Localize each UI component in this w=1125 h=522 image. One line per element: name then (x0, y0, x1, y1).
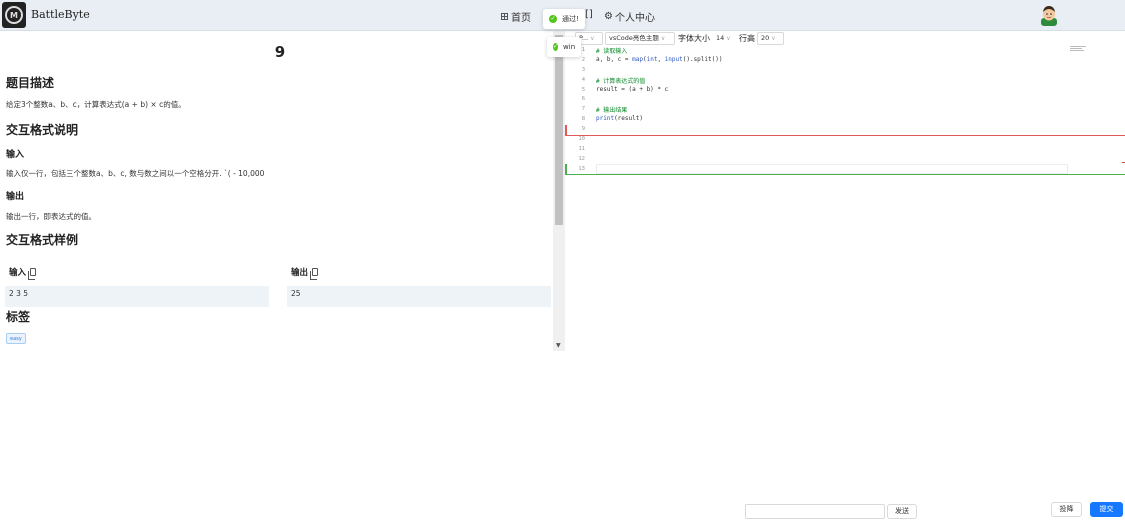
nav-profile[interactable]: ⚙ 个人中心 (604, 9, 655, 24)
input-heading: 输入 (6, 150, 25, 160)
line-number: 3 (581, 67, 585, 73)
scrollbar-thumb[interactable] (555, 35, 563, 225)
error-line-indicator (565, 135, 1125, 136)
input-text: 输入仅一行，包括三个整数a、b、c, 数与数之间以一个空格分开. `( - 10… (6, 169, 265, 178)
chevron-down-icon: ∨ (660, 35, 666, 42)
copy-icon[interactable] (28, 268, 37, 280)
code-line: a, b, c = map(int, input().split()) (596, 56, 723, 63)
line-number: 8 (581, 116, 585, 122)
theme-value: vsCode亮色主题 (609, 34, 659, 42)
code-line: # 读取输入 (596, 48, 628, 55)
toast-win: ✓ win (547, 37, 581, 57)
sample-output-label: 输出 (291, 268, 309, 278)
avatar[interactable] (1039, 4, 1059, 26)
sample-heading: 交互格式样例 (6, 233, 79, 247)
sample-input-label: 输入 (9, 268, 27, 278)
submit-button[interactable]: 提交 (1090, 502, 1123, 517)
check-circle-icon: ✓ (549, 15, 557, 23)
code-line: # 输出结果 (596, 107, 628, 114)
minimap[interactable] (1070, 46, 1090, 54)
line-height-label: 行高 (739, 34, 755, 43)
chevron-down-icon: ∨ (590, 35, 595, 42)
io-heading: 交互格式说明 (6, 123, 79, 137)
line-height-select[interactable]: 20 ∨ (757, 32, 784, 45)
font-size-label: 字体大小 (678, 34, 710, 43)
line-number: 2 (581, 57, 585, 63)
font-size-value: 14 (716, 34, 725, 42)
problem-scrollbar[interactable]: ▼ (553, 31, 565, 351)
cursor-line-indicator (565, 174, 1125, 175)
tags-heading: 标签 (6, 310, 31, 324)
line-number: 6 (581, 96, 585, 102)
brand-name[interactable]: BattleByte (31, 8, 90, 21)
output-heading: 输出 (6, 192, 25, 202)
line-number: 12 (578, 156, 585, 162)
description-heading: 题目描述 (6, 76, 55, 90)
chevron-down-icon: ∨ (726, 35, 731, 42)
nav-profile-label: 个人中心 (614, 13, 655, 24)
code-editor[interactable]: 1 2 3 4 5 6 7 8 9 10 11 12 13 # 读取输入 a, … (565, 46, 1125, 350)
line-number: 9 (581, 126, 585, 132)
nav-extra[interactable]: [] (585, 9, 593, 20)
give-up-button[interactable]: 投降 (1051, 502, 1082, 517)
toast-win-text: win (563, 43, 576, 51)
code-line: result = (a + b) * c (596, 86, 669, 93)
sample-input-header: 输入 (9, 266, 37, 280)
scroll-down-arrow-icon[interactable]: ▼ (556, 342, 561, 349)
line-number: 11 (578, 146, 585, 152)
logo[interactable]: M (2, 2, 26, 28)
line-number: 5 (581, 87, 585, 93)
line-number: 7 (581, 106, 585, 112)
problem-panel: 9 题目描述 给定3个整数a、b、c，计算表达式(a + b) × c的值。 交… (0, 31, 553, 351)
chevron-down-icon: ∨ (771, 35, 776, 42)
tag-easy[interactable]: easy (6, 333, 26, 344)
code-line: # 计算表达式的值 (596, 78, 646, 85)
chat-input[interactable] (745, 504, 885, 519)
toast-pass-text: 通过! (562, 15, 579, 23)
line-number: 4 (581, 77, 585, 83)
theme-select[interactable]: vsCode亮色主题 ∨ (605, 32, 675, 45)
check-circle-icon: ✓ (553, 43, 559, 51)
nav-home[interactable]: 首页 (501, 9, 531, 24)
current-line-highlight (596, 164, 1068, 174)
font-size-select[interactable]: 14 ∨ (712, 32, 736, 45)
sample-output-header: 输出 (291, 266, 319, 280)
sample-input-box: 2 3 5 (5, 286, 269, 307)
description-text: 给定3个整数a、b、c，计算表达式(a + b) × c的值。 (6, 100, 186, 109)
grid-icon (501, 13, 508, 20)
output-text: 输出一行，即表达式的值。 (6, 212, 96, 221)
copy-icon[interactable] (310, 268, 319, 280)
problem-title: 9 (274, 43, 286, 61)
sample-output-box: 25 (287, 286, 551, 307)
gear-icon: ⚙ (604, 11, 613, 22)
send-button[interactable]: 发送 (887, 504, 917, 519)
line-number: 10 (578, 136, 585, 142)
nav-home-label: 首页 (511, 13, 531, 24)
line-number: 13 (578, 166, 585, 172)
logo-mark: M (5, 6, 23, 24)
line-height-value: 20 (761, 34, 770, 42)
editor-toolbar: P... ∨ vsCode亮色主题 ∨ 字体大小 14 ∨ 行高 20 ∨ (565, 31, 785, 46)
toast-pass: ✓ 通过! (543, 9, 585, 29)
code-line: print(result) (596, 115, 643, 122)
